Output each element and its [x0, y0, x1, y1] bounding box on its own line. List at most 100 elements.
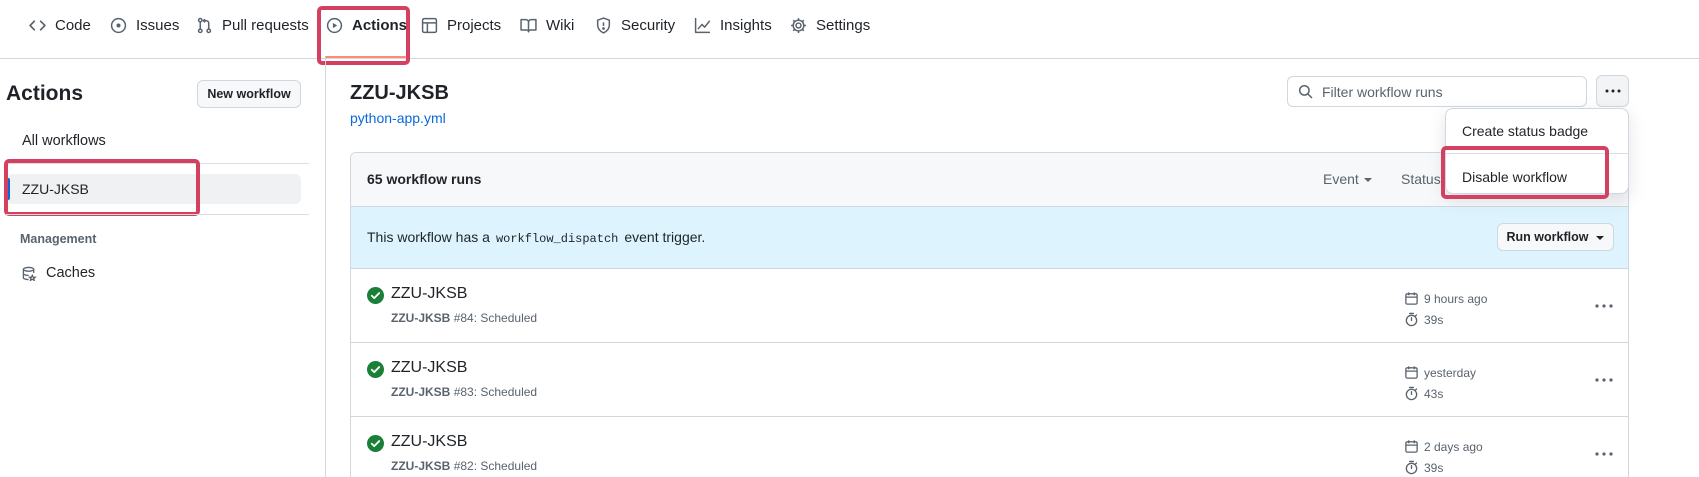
table-row[interactable]: ZZU-JKSB ZZU-JKSB #84: Scheduled 9 hours… [351, 269, 1628, 343]
sidebar-separator [6, 163, 309, 164]
code-icon [29, 20, 46, 31]
selected-tab-underline [325, 56, 406, 58]
tab-insights[interactable]: Insights [694, 16, 772, 54]
selected-indicator [6, 178, 10, 200]
check-circle-fill-icon [367, 361, 384, 378]
graph-icon [694, 17, 711, 34]
run-duration: 39s [1404, 460, 1443, 475]
tab-label: Wiki [546, 17, 575, 34]
tab-label: Settings [816, 17, 871, 34]
book-icon [520, 18, 537, 33]
tab-label: Pull requests [222, 17, 309, 34]
run-duration-label: 39s [1424, 312, 1444, 327]
table-row[interactable]: ZZU-JKSB ZZU-JKSB #83: Scheduled yesterd… [351, 343, 1628, 417]
run-options-button[interactable] [1593, 447, 1615, 461]
play-icon [326, 17, 343, 34]
banner-text: This workflow has a workflow_dispatch even… [367, 229, 705, 246]
kebab-horizontal-icon [1595, 378, 1613, 382]
sidebar-item-label: ZZU-JKSB [22, 181, 89, 197]
tab-projects[interactable]: Projects [421, 16, 501, 54]
new-workflow-button[interactable]: New workflow [197, 80, 301, 108]
sidebar-separator [6, 214, 309, 215]
menu-item-disable-workflow[interactable]: Disable workflow [1462, 169, 1567, 185]
run-options-button[interactable] [1593, 299, 1615, 313]
repo-nav: Code Issues Pull requests Actions Projec… [0, 0, 1699, 59]
tab-label: Insights [720, 17, 772, 34]
tab-label: Projects [447, 17, 502, 34]
menu-separator [1446, 153, 1628, 154]
run-duration: 39s [1404, 312, 1443, 327]
shield-icon [596, 17, 611, 34]
menu-item-create-status-badge[interactable]: Create status badge [1462, 123, 1588, 139]
database-icon [22, 266, 37, 281]
git-pull-request-icon [197, 17, 212, 34]
sidebar-item-all-workflows[interactable]: All workflows [22, 133, 106, 149]
run-time: 2 days ago [1404, 439, 1483, 454]
run-time-label: yesterday [1424, 365, 1477, 380]
workflow-file-link[interactable]: python-app.yml [350, 110, 446, 126]
table-row[interactable]: ZZU-JKSB ZZU-JKSB #82: Scheduled 2 days … [351, 417, 1628, 477]
run-detail-text: #82: Scheduled [453, 459, 538, 473]
run-title[interactable]: ZZU-JKSB [391, 359, 467, 377]
tab-security[interactable]: Security [595, 16, 675, 54]
calendar-icon [1405, 366, 1418, 379]
banner-code: workflow_dispatch [495, 232, 619, 246]
tab-label: Security [621, 17, 676, 34]
tab-label: Issues [136, 17, 180, 34]
check-circle-fill-icon [367, 435, 384, 452]
run-time-label: 9 hours ago [1424, 291, 1488, 306]
status-filter-label: Status [1401, 171, 1441, 187]
banner-suffix: event trigger. [624, 229, 706, 245]
search-input[interactable] [1322, 83, 1572, 100]
tab-actions[interactable]: Actions [326, 16, 407, 54]
run-title[interactable]: ZZU-JKSB [391, 285, 467, 303]
run-options-button[interactable] [1593, 373, 1615, 387]
tab-label: Code [55, 17, 91, 34]
triangle-down-icon [1363, 178, 1372, 182]
run-workflow-label: Run workflow [1506, 230, 1589, 244]
run-title[interactable]: ZZU-JKSB [391, 433, 467, 451]
tab-pull-requests[interactable]: Pull requests [196, 16, 309, 54]
run-workflow-name: ZZU-JKSB [391, 385, 451, 399]
workflow-dispatch-banner: This workflow has a workflow_dispatch even… [351, 207, 1628, 269]
runs-header: 65 workflow runs Event Status [351, 153, 1628, 207]
event-filter-dropdown[interactable]: Event [1323, 171, 1372, 187]
workflow-options-button[interactable] [1596, 75, 1629, 107]
workflow-options-menu: Create status badge Disable workflow [1445, 108, 1629, 194]
search-icon [1298, 84, 1313, 99]
run-workflow-name: ZZU-JKSB [391, 311, 451, 325]
run-time-label: 2 days ago [1424, 439, 1483, 454]
run-time: yesterday [1404, 365, 1476, 380]
run-detail-text: #84: Scheduled [453, 311, 538, 325]
stopwatch-icon [1405, 460, 1418, 475]
sidebar-title: Actions [6, 82, 84, 105]
run-workflow-button[interactable]: Run workflow [1497, 223, 1614, 251]
sidebar-item-label: Caches [46, 265, 96, 281]
stopwatch-icon [1405, 386, 1418, 401]
banner-prefix: This workflow has a [367, 229, 490, 245]
run-detail: ZZU-JKSB #83: Scheduled [391, 385, 537, 399]
triangle-down-icon [1596, 236, 1605, 240]
run-count: 65 workflow runs [367, 171, 482, 187]
gear-icon [791, 18, 806, 33]
kebab-horizontal-icon [1595, 304, 1613, 308]
filter-workflow-runs[interactable] [1287, 76, 1587, 107]
tab-issues[interactable]: Issues [110, 16, 179, 54]
tab-code[interactable]: Code [29, 16, 91, 54]
workflow-runs-panel: 65 workflow runs Event Status This workf… [350, 152, 1629, 477]
event-filter-label: Event [1323, 171, 1359, 187]
stopwatch-icon [1405, 312, 1418, 327]
sidebar-divider [325, 59, 326, 477]
tab-wiki[interactable]: Wiki [520, 16, 574, 54]
sidebar-item-caches[interactable]: Caches [22, 265, 95, 281]
run-detail-text: #83: Scheduled [453, 385, 538, 399]
run-time: 9 hours ago [1404, 291, 1487, 306]
run-detail: ZZU-JKSB #82: Scheduled [391, 459, 537, 473]
tab-settings[interactable]: Settings [790, 16, 870, 54]
run-duration-label: 39s [1424, 460, 1444, 475]
kebab-horizontal-icon [1605, 89, 1620, 93]
calendar-icon [1405, 292, 1418, 305]
tab-label: Actions [352, 17, 408, 34]
issue-opened-icon [110, 17, 127, 34]
run-duration: 43s [1404, 386, 1443, 401]
